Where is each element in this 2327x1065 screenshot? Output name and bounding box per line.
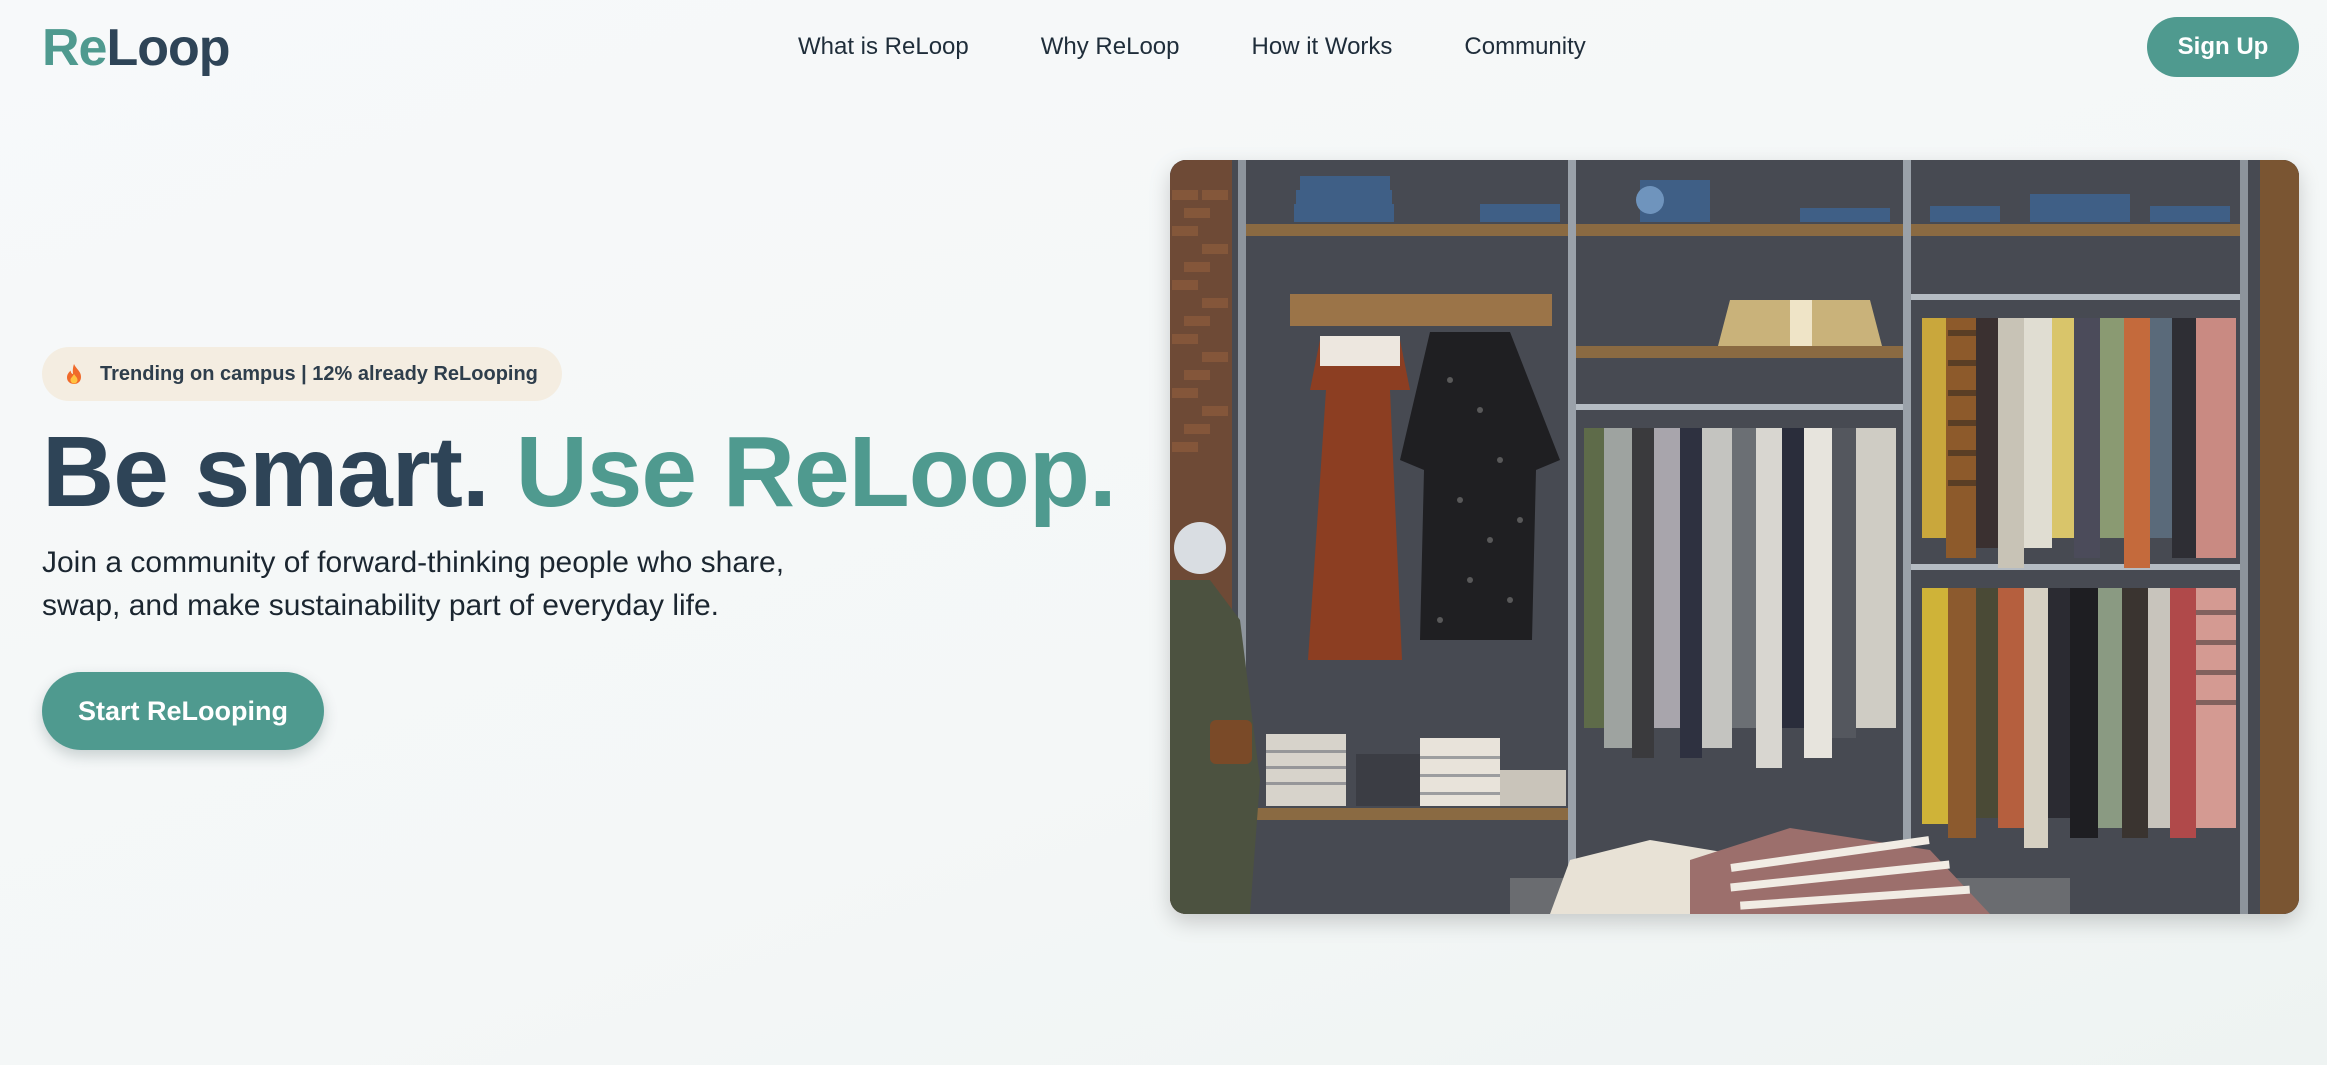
headline-part-1: Be smart. bbox=[42, 416, 490, 528]
start-relooping-button[interactable]: Start ReLooping bbox=[42, 672, 324, 750]
nav-link-what-is[interactable]: What is ReLoop bbox=[798, 30, 969, 64]
subtitle-line-1: Join a community of forward-thinking peo… bbox=[42, 546, 785, 579]
nav-links: What is ReLoop Why ReLoop How it Works C… bbox=[798, 30, 1658, 64]
trending-badge: Trending on campus | 12% already ReLoopi… bbox=[42, 347, 562, 401]
hero-image-clothing-rack bbox=[1170, 160, 2299, 914]
logo-loop: Loop bbox=[106, 19, 230, 77]
logo[interactable]: ReLoop bbox=[42, 18, 231, 78]
headline-part-2: Use ReLoop. bbox=[515, 416, 1117, 528]
hero-headline: Be smart. Use ReLoop. bbox=[42, 412, 1117, 532]
sign-up-button[interactable]: Sign Up bbox=[2147, 17, 2299, 77]
logo-re: Re bbox=[42, 19, 107, 77]
badge-text: Trending on campus | 12% already ReLoopi… bbox=[100, 362, 538, 385]
top-nav: ReLoop What is ReLoop Why ReLoop How it … bbox=[0, 0, 2327, 95]
nav-link-how-it-works[interactable]: How it Works bbox=[1252, 30, 1393, 64]
nav-link-why[interactable]: Why ReLoop bbox=[1041, 30, 1180, 64]
hero-subtitle: Join a community of forward-thinking peo… bbox=[42, 541, 802, 627]
subtitle-line-2: swap, and make sustainability part of ev… bbox=[42, 589, 720, 622]
page: ReLoop What is ReLoop Why ReLoop How it … bbox=[0, 0, 2327, 1065]
flame-icon bbox=[64, 363, 84, 385]
nav-link-community[interactable]: Community bbox=[1464, 30, 1585, 64]
clothing-rack-illustration bbox=[1170, 160, 2299, 914]
